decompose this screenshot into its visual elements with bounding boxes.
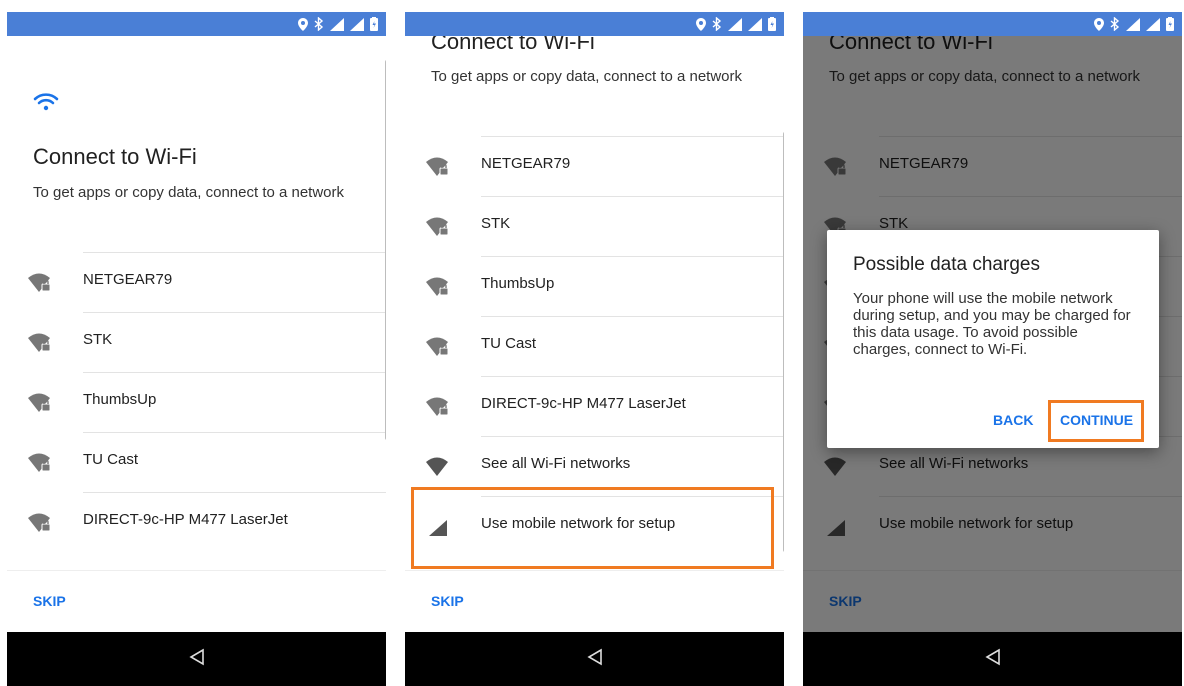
network-name: TU Cast — [481, 335, 537, 352]
bluetooth-icon — [314, 17, 324, 31]
signal-icon — [1126, 17, 1140, 31]
network-item-thumbsup[interactable]: ThumbsUp — [405, 256, 784, 316]
network-item-thumbsup[interactable]: ThumbsUp — [7, 372, 386, 432]
bottom-bar: SKIP — [7, 570, 386, 633]
wifi-lock-icon — [28, 273, 51, 292]
wifi-lock-icon — [28, 453, 51, 472]
highlight-box — [1048, 400, 1144, 442]
bottom-bar: SKIP — [405, 570, 784, 633]
wifi-lock-icon — [426, 217, 449, 236]
back-nav-icon[interactable] — [985, 648, 1001, 666]
location-icon — [298, 17, 308, 31]
nav-bar — [405, 632, 784, 686]
signal-icon — [748, 17, 762, 31]
signal-icon — [330, 17, 344, 31]
bluetooth-icon — [1110, 17, 1120, 31]
battery-icon — [370, 17, 378, 31]
wifi-icon — [426, 457, 448, 476]
see-all-label: See all Wi-Fi networks — [481, 455, 631, 472]
wifi-lock-icon — [28, 513, 51, 532]
status-bar — [7, 12, 386, 36]
dialog-title: Possible data charges — [853, 254, 1040, 275]
screen-wifi-list-scrolled: Connect to Wi-Fi To get apps or copy dat… — [405, 12, 784, 686]
network-name: DIRECT-9c-HP M477 LaserJet — [481, 395, 686, 412]
network-name: TU Cast — [83, 451, 139, 468]
wifi-icon — [33, 93, 59, 111]
status-bar — [405, 12, 784, 36]
signal-icon — [350, 17, 364, 31]
skip-button[interactable]: SKIP — [431, 593, 464, 609]
page-title: Connect to Wi-Fi — [33, 144, 197, 169]
divider — [83, 432, 386, 433]
divider — [83, 372, 386, 373]
scrollbar[interactable] — [385, 60, 386, 440]
divider — [83, 312, 386, 313]
nav-bar — [7, 632, 386, 686]
divider — [481, 256, 784, 257]
signal-icon — [1146, 17, 1160, 31]
network-item-stk[interactable]: STK — [405, 196, 784, 256]
network-name: NETGEAR79 — [481, 155, 571, 172]
page-subtitle: To get apps or copy data, connect to a n… — [33, 184, 345, 201]
location-icon — [1094, 17, 1104, 31]
wifi-lock-icon — [426, 397, 449, 416]
divider — [83, 492, 386, 493]
network-name: ThumbsUp — [83, 391, 157, 408]
wifi-lock-icon — [28, 333, 51, 352]
network-name: DIRECT-9c-HP M477 LaserJet — [83, 511, 288, 528]
network-item-tu-cast[interactable]: TU Cast — [7, 432, 386, 492]
nav-bar — [803, 632, 1182, 686]
network-item-direct-hp[interactable]: DIRECT-9c-HP M477 LaserJet — [7, 492, 386, 552]
skip-button[interactable]: SKIP — [33, 593, 66, 609]
network-item-tu-cast[interactable]: TU Cast — [405, 316, 784, 376]
network-item-netgear79[interactable]: NETGEAR79 — [405, 136, 784, 196]
page-subtitle: To get apps or copy data, connect to a n… — [431, 68, 743, 85]
network-item-netgear79[interactable]: NETGEAR79 — [7, 252, 386, 312]
data-charges-dialog: Possible data charges Your phone will us… — [827, 230, 1159, 448]
back-nav-icon[interactable] — [587, 648, 603, 666]
bluetooth-icon — [712, 17, 722, 31]
wifi-lock-icon — [426, 157, 449, 176]
battery-icon — [768, 17, 776, 31]
back-nav-icon[interactable] — [189, 648, 205, 666]
network-name: STK — [481, 215, 511, 232]
network-item-direct-hp[interactable]: DIRECT-9c-HP M477 LaserJet — [405, 376, 784, 436]
signal-icon — [728, 17, 742, 31]
status-bar — [803, 12, 1182, 36]
wifi-lock-icon — [426, 337, 449, 356]
network-name: ThumbsUp — [481, 275, 555, 292]
network-name: NETGEAR79 — [83, 271, 173, 288]
wifi-lock-icon — [426, 277, 449, 296]
divider — [83, 252, 386, 253]
wifi-lock-icon — [28, 393, 51, 412]
location-icon — [696, 17, 706, 31]
highlight-box — [411, 487, 774, 569]
divider — [481, 316, 784, 317]
battery-icon — [1166, 17, 1174, 31]
dialog-message: Your phone will use the mobile network d… — [853, 290, 1131, 358]
network-name: STK — [83, 331, 113, 348]
screen-wifi-list: Connect to Wi-Fi To get apps or copy dat… — [7, 12, 386, 686]
divider — [481, 196, 784, 197]
back-button[interactable]: BACK — [993, 412, 1033, 428]
divider — [481, 436, 784, 437]
divider — [481, 136, 784, 137]
scrollbar[interactable] — [783, 132, 784, 552]
screen-data-charges-dialog: Connect to Wi-Fi To get apps or copy dat… — [803, 12, 1182, 686]
divider — [481, 376, 784, 377]
network-item-stk[interactable]: STK — [7, 312, 386, 372]
